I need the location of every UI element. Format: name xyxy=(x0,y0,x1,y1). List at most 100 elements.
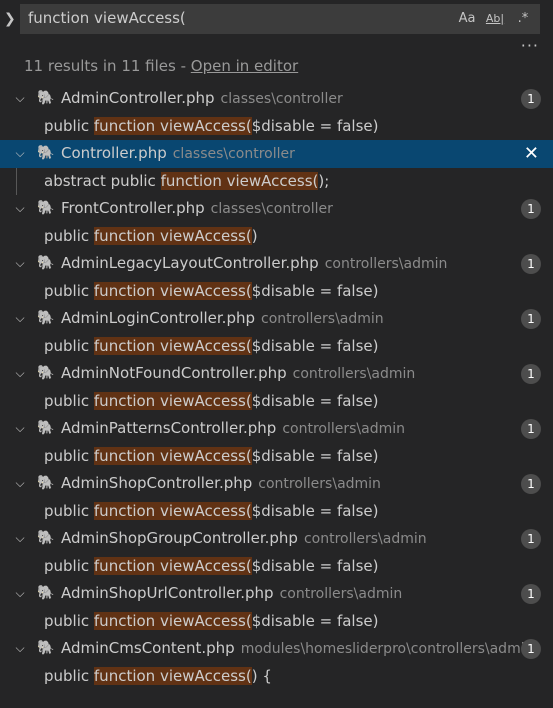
match-result-row[interactable]: abstract public function viewAccess(); xyxy=(0,167,553,196)
search-row: ❯ function viewAccess( Aa Ab| .* xyxy=(0,0,553,38)
file-name: AdminNotFoundController.php xyxy=(61,364,287,382)
match-suffix: ) xyxy=(251,226,258,245)
match-count-badge: 1 xyxy=(521,419,541,439)
match-result-row[interactable]: public function viewAccess() { xyxy=(0,663,553,691)
dismiss-icon[interactable]: ✕ xyxy=(524,140,539,168)
match-text: abstract public function viewAccess(); xyxy=(44,168,329,196)
file-result-row[interactable]: ⌵ 🐘 FrontController.php classes\controller 1 xyxy=(0,195,553,223)
match-result-row[interactable]: public function viewAccess($disable = fa… xyxy=(0,278,553,306)
file-path: controllers\admin xyxy=(282,421,405,437)
file-result-row[interactable]: ⌵ 🐘 AdminShopUrlController.php controllers\… xyxy=(0,580,553,608)
open-in-editor-link[interactable]: Open in editor xyxy=(191,57,298,75)
file-result-row[interactable]: ⌵ 🐘 AdminShopController.php controllers\adm… xyxy=(0,470,553,498)
php-file-icon: 🐘 xyxy=(37,90,55,106)
file-label: FrontController.php classes\controller xyxy=(61,195,333,224)
search-options: Aa Ab| .* xyxy=(456,9,534,29)
chevron-right-icon[interactable]: ❯ xyxy=(4,8,18,30)
match-suffix: ) { xyxy=(251,666,272,685)
chevron-down-icon[interactable]: ⌵ xyxy=(12,470,28,498)
match-highlight: function viewAccess( xyxy=(93,446,252,465)
match-text: public function viewAccess($disable = fa… xyxy=(44,278,379,306)
file-path: controllers\admin xyxy=(261,311,384,327)
file-path: classes\controller xyxy=(172,146,295,162)
file-path: controllers\admin xyxy=(292,366,416,382)
match-suffix: ); xyxy=(318,171,330,190)
file-result-row[interactable]: ⌵ 🐘 AdminNotFoundController.php controllers… xyxy=(0,360,553,388)
match-highlight: function viewAccess( xyxy=(93,611,252,630)
match-case-icon[interactable]: Aa xyxy=(456,9,478,29)
match-suffix: $disable = false) xyxy=(251,556,379,575)
php-file-icon: 🐘 xyxy=(37,585,55,601)
search-input[interactable]: function viewAccess( Aa Ab| .* xyxy=(20,4,540,34)
file-name: AdminController.php xyxy=(61,89,215,107)
chevron-down-icon[interactable]: ⌵ xyxy=(12,580,28,608)
file-name: FrontController.php xyxy=(61,199,205,217)
chevron-down-icon[interactable]: ⌵ xyxy=(12,415,28,443)
php-file-icon: 🐘 xyxy=(37,365,55,381)
file-name: AdminShopUrlController.php xyxy=(61,584,274,602)
chevron-down-icon[interactable]: ⌵ xyxy=(12,85,28,113)
match-prefix: public xyxy=(44,501,94,520)
chevron-down-icon[interactable]: ⌵ xyxy=(12,525,28,553)
file-result-row[interactable]: ⌵ 🐘 AdminLegacyLayoutController.php control… xyxy=(0,250,553,278)
results-summary-text: 11 results in 11 files - xyxy=(24,57,191,75)
file-path: classes\controller xyxy=(220,91,343,107)
search-query[interactable]: function viewAccess( xyxy=(28,9,186,27)
file-result-row[interactable]: ⌵ 🐘 AdminPatternsController.php controllers… xyxy=(0,415,553,443)
php-file-icon: 🐘 xyxy=(37,640,55,656)
match-count-badge: 1 xyxy=(521,529,541,549)
more-options-icon[interactable]: ··· xyxy=(521,36,539,55)
match-suffix: $disable = false) xyxy=(251,611,379,630)
chevron-down-icon[interactable]: ⌵ xyxy=(12,195,28,223)
match-highlight: function viewAccess( xyxy=(93,226,252,245)
file-result-row[interactable]: ⌵ 🐘 AdminController.php classes\controller 1 xyxy=(0,85,553,113)
match-result-row[interactable]: public function viewAccess($disable = fa… xyxy=(0,443,553,471)
chevron-down-icon[interactable]: ⌵ xyxy=(12,305,28,333)
file-result-row[interactable]: ⌵ 🐘 Controller.php classes\controller ✕ xyxy=(0,140,553,168)
results-tree: ⌵ 🐘 AdminController.php classes\controller 1… xyxy=(0,85,553,690)
match-result-row[interactable]: public function viewAccess($disable = fa… xyxy=(0,608,553,636)
match-text: public function viewAccess($disable = fa… xyxy=(44,553,379,581)
file-path: controllers\admin xyxy=(258,476,381,492)
match-count-badge: 1 xyxy=(521,639,541,659)
match-whole-word-icon[interactable]: Ab| xyxy=(484,9,506,29)
chevron-down-icon[interactable]: ⌵ xyxy=(12,250,28,278)
match-result-row[interactable]: public function viewAccess($disable = fa… xyxy=(0,333,553,361)
match-suffix: $disable = false) xyxy=(251,281,379,300)
match-prefix: abstract public xyxy=(44,171,161,190)
match-prefix: public xyxy=(44,116,94,135)
file-path: classes\controller xyxy=(210,201,333,217)
match-text: public function viewAccess($disable = fa… xyxy=(44,113,379,141)
match-suffix: $disable = false) xyxy=(251,446,379,465)
chevron-down-icon[interactable]: ⌵ xyxy=(12,140,28,168)
match-text: public function viewAccess($disable = fa… xyxy=(44,608,379,636)
results-summary: 11 results in 11 files - Open in editor xyxy=(24,57,298,75)
match-highlight: function viewAccess( xyxy=(93,336,252,355)
file-result-row[interactable]: ⌵ 🐘 AdminCmsContent.php modules\homesliderp… xyxy=(0,635,553,663)
regex-icon[interactable]: .* xyxy=(512,9,534,29)
match-text: public function viewAccess($disable = fa… xyxy=(44,443,379,471)
file-name: AdminLoginController.php xyxy=(61,309,255,327)
file-label: AdminShopGroupController.php controllers\… xyxy=(61,525,427,554)
file-path: modules\homesliderpro\controllers\admin xyxy=(240,641,534,657)
match-suffix: $disable = false) xyxy=(251,501,379,520)
chevron-down-icon[interactable]: ⌵ xyxy=(12,360,28,388)
match-result-row[interactable]: public function viewAccess($disable = fa… xyxy=(0,553,553,581)
file-name: AdminPatternsController.php xyxy=(61,419,277,437)
php-file-icon: 🐘 xyxy=(37,255,55,271)
match-result-row[interactable]: public function viewAccess($disable = fa… xyxy=(0,113,553,141)
match-count-badge: 1 xyxy=(521,254,541,274)
chevron-down-icon[interactable]: ⌵ xyxy=(12,635,28,663)
file-path: controllers\admin xyxy=(279,586,403,602)
match-result-row[interactable]: public function viewAccess() xyxy=(0,223,553,251)
match-text: public function viewAccess() xyxy=(44,223,258,251)
match-result-row[interactable]: public function viewAccess($disable = fa… xyxy=(0,388,553,416)
file-name: AdminLegacyLayoutController.php xyxy=(61,254,319,272)
match-highlight: function viewAccess( xyxy=(93,556,252,575)
file-label: AdminShopUrlController.php controllers\ad… xyxy=(61,580,402,609)
match-result-row[interactable]: public function viewAccess($disable = fa… xyxy=(0,498,553,526)
match-prefix: public xyxy=(44,226,94,245)
file-result-row[interactable]: ⌵ 🐘 AdminLoginController.php controllers\ad… xyxy=(0,305,553,333)
file-name: AdminCmsContent.php xyxy=(61,639,235,657)
file-result-row[interactable]: ⌵ 🐘 AdminShopGroupController.php controller… xyxy=(0,525,553,553)
